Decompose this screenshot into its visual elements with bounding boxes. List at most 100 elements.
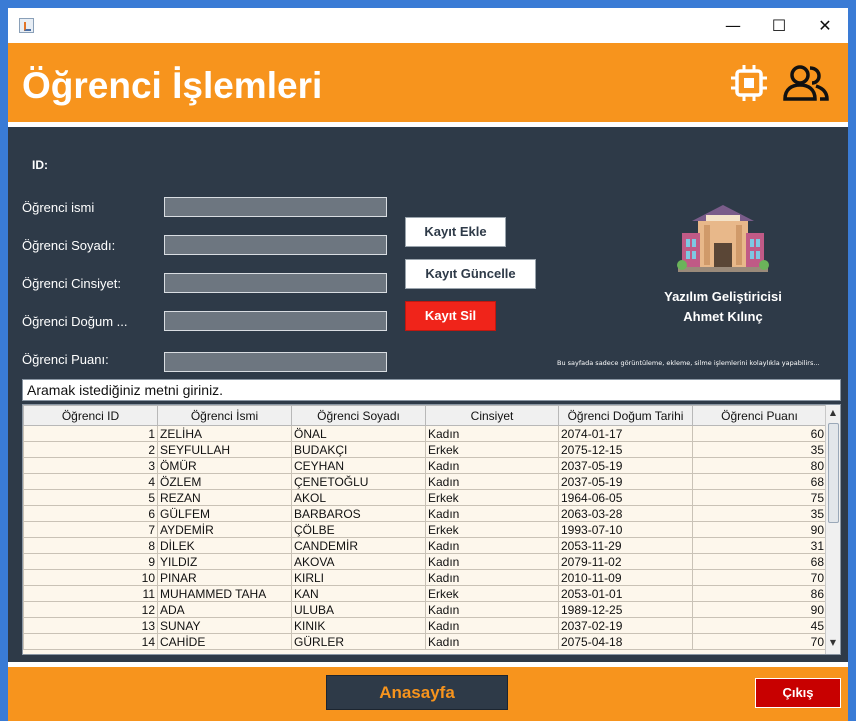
table-cell[interactable]: 4: [23, 473, 158, 490]
table-cell[interactable]: Kadın: [425, 569, 559, 586]
table-cell[interactable]: 1989-12-25: [558, 601, 693, 618]
first-name-field[interactable]: [164, 197, 387, 217]
table-cell[interactable]: 90: [692, 521, 827, 538]
table-cell[interactable]: AKOL: [291, 489, 426, 506]
table-cell[interactable]: ÇENETOĞLU: [291, 473, 426, 490]
table-cell[interactable]: 2079-11-02: [558, 553, 693, 570]
table-cell[interactable]: 2063-03-28: [558, 505, 693, 522]
table-row[interactable]: 12 ADA ULUBA Kadın 1989-12-25 90: [23, 601, 827, 618]
table-cell[interactable]: GÜLFEM: [157, 505, 292, 522]
col-header-id[interactable]: Öğrenci ID: [23, 405, 158, 426]
users-icon[interactable]: [782, 62, 830, 104]
scroll-down-arrow-icon[interactable]: ▼: [826, 636, 840, 650]
table-cell[interactable]: 45: [692, 617, 827, 634]
table-cell[interactable]: 13: [23, 617, 158, 634]
table-row[interactable]: 6 GÜLFEM BARBAROS Kadın 2063-03-28 35: [23, 505, 827, 522]
col-header-surname[interactable]: Öğrenci Soyadı: [291, 405, 426, 426]
table-cell[interactable]: Kadın: [425, 553, 559, 570]
chip-icon[interactable]: [728, 62, 770, 104]
table-cell[interactable]: 2037-05-19: [558, 473, 693, 490]
table-cell[interactable]: 7: [23, 521, 158, 538]
table-cell[interactable]: ULUBA: [291, 601, 426, 618]
table-cell[interactable]: 86: [692, 585, 827, 602]
table-cell[interactable]: GÜRLER: [291, 633, 426, 650]
table-cell[interactable]: 12: [23, 601, 158, 618]
birthdate-field[interactable]: [164, 311, 387, 331]
table-cell[interactable]: BUDAKÇI: [291, 441, 426, 458]
table-cell[interactable]: 75: [692, 489, 827, 506]
close-button[interactable]: ✕: [802, 8, 848, 43]
table-cell[interactable]: 35: [692, 441, 827, 458]
table-row[interactable]: 3 ÖMÜR CEYHAN Kadın 2037-05-19 80: [23, 457, 827, 474]
table-cell[interactable]: DİLEK: [157, 537, 292, 554]
table-cell[interactable]: 1: [23, 425, 158, 442]
table-cell[interactable]: Kadın: [425, 617, 559, 634]
maximize-button[interactable]: ☐: [756, 8, 802, 43]
table-cell[interactable]: 35: [692, 505, 827, 522]
table-cell[interactable]: 11: [23, 585, 158, 602]
table-row[interactable]: 11 MUHAMMED TAHA KAN Erkek 2053-01-01 86: [23, 585, 827, 602]
table-cell[interactable]: AYDEMİR: [157, 521, 292, 538]
search-input[interactable]: [22, 379, 841, 401]
table-cell[interactable]: 2075-04-18: [558, 633, 693, 650]
table-row[interactable]: 4 ÖZLEM ÇENETOĞLU Kadın 2037-05-19 68: [23, 473, 827, 490]
table-cell[interactable]: KAN: [291, 585, 426, 602]
table-cell[interactable]: 2074-01-17: [558, 425, 693, 442]
table-cell[interactable]: Kadın: [425, 473, 559, 490]
table-cell[interactable]: 2075-12-15: [558, 441, 693, 458]
table-row[interactable]: 9 YILDIZ AKOVA Kadın 2079-11-02 68: [23, 553, 827, 570]
table-cell[interactable]: Kadın: [425, 505, 559, 522]
table-cell[interactable]: ÖMÜR: [157, 457, 292, 474]
update-record-button[interactable]: Kayıt Güncelle: [405, 259, 536, 289]
table-cell[interactable]: 31: [692, 537, 827, 554]
table-cell[interactable]: Erkek: [425, 489, 559, 506]
table-cell[interactable]: AKOVA: [291, 553, 426, 570]
table-cell[interactable]: 10: [23, 569, 158, 586]
home-button[interactable]: Anasayfa: [326, 675, 508, 710]
add-record-button[interactable]: Kayıt Ekle: [405, 217, 506, 247]
students-table[interactable]: Öğrenci ID Öğrenci İsmi Öğrenci Soyadı C…: [23, 405, 827, 650]
table-cell[interactable]: 1993-07-10: [558, 521, 693, 538]
table-row[interactable]: 5 REZAN AKOL Erkek 1964-06-05 75: [23, 489, 827, 506]
table-cell[interactable]: 2037-05-19: [558, 457, 693, 474]
table-cell[interactable]: KINIK: [291, 617, 426, 634]
col-header-name[interactable]: Öğrenci İsmi: [157, 405, 292, 426]
table-cell[interactable]: CEYHAN: [291, 457, 426, 474]
table-cell[interactable]: ÖZLEM: [157, 473, 292, 490]
col-header-score[interactable]: Öğrenci Puanı: [692, 405, 827, 426]
table-cell[interactable]: 1964-06-05: [558, 489, 693, 506]
table-cell[interactable]: 9: [23, 553, 158, 570]
table-cell[interactable]: 70: [692, 569, 827, 586]
table-cell[interactable]: Kadın: [425, 601, 559, 618]
table-cell[interactable]: Kadın: [425, 425, 559, 442]
table-cell[interactable]: 2037-02-19: [558, 617, 693, 634]
table-cell[interactable]: 80: [692, 457, 827, 474]
table-cell[interactable]: 2053-11-29: [558, 537, 693, 554]
table-cell[interactable]: ZELİHA: [157, 425, 292, 442]
table-cell[interactable]: 68: [692, 553, 827, 570]
col-header-birthdate[interactable]: Öğrenci Doğum Tarihi: [558, 405, 693, 426]
table-cell[interactable]: CANDEMİR: [291, 537, 426, 554]
table-cell[interactable]: PINAR: [157, 569, 292, 586]
table-row[interactable]: 14 CAHİDE GÜRLER Kadın 2075-04-18 70: [23, 633, 827, 650]
table-cell[interactable]: 60: [692, 425, 827, 442]
table-row[interactable]: 1 ZELİHA ÖNAL Kadın 2074-01-17 60: [23, 425, 827, 442]
scroll-thumb[interactable]: [828, 423, 839, 523]
table-cell[interactable]: ÇÖLBE: [291, 521, 426, 538]
table-cell[interactable]: 6: [23, 505, 158, 522]
table-row[interactable]: 10 PINAR KIRLI Kadın 2010-11-09 70: [23, 569, 827, 586]
table-cell[interactable]: 2053-01-01: [558, 585, 693, 602]
table-cell[interactable]: MUHAMMED TAHA: [157, 585, 292, 602]
scroll-up-arrow-icon[interactable]: ▲: [826, 406, 840, 420]
table-cell[interactable]: Erkek: [425, 521, 559, 538]
last-name-field[interactable]: [164, 235, 387, 255]
table-cell[interactable]: 8: [23, 537, 158, 554]
table-cell[interactable]: KIRLI: [291, 569, 426, 586]
table-cell[interactable]: Erkek: [425, 585, 559, 602]
table-cell[interactable]: 70: [692, 633, 827, 650]
table-cell[interactable]: SUNAY: [157, 617, 292, 634]
gender-field[interactable]: [164, 273, 387, 293]
table-cell[interactable]: YILDIZ: [157, 553, 292, 570]
score-field[interactable]: [164, 352, 387, 372]
table-cell[interactable]: ADA: [157, 601, 292, 618]
